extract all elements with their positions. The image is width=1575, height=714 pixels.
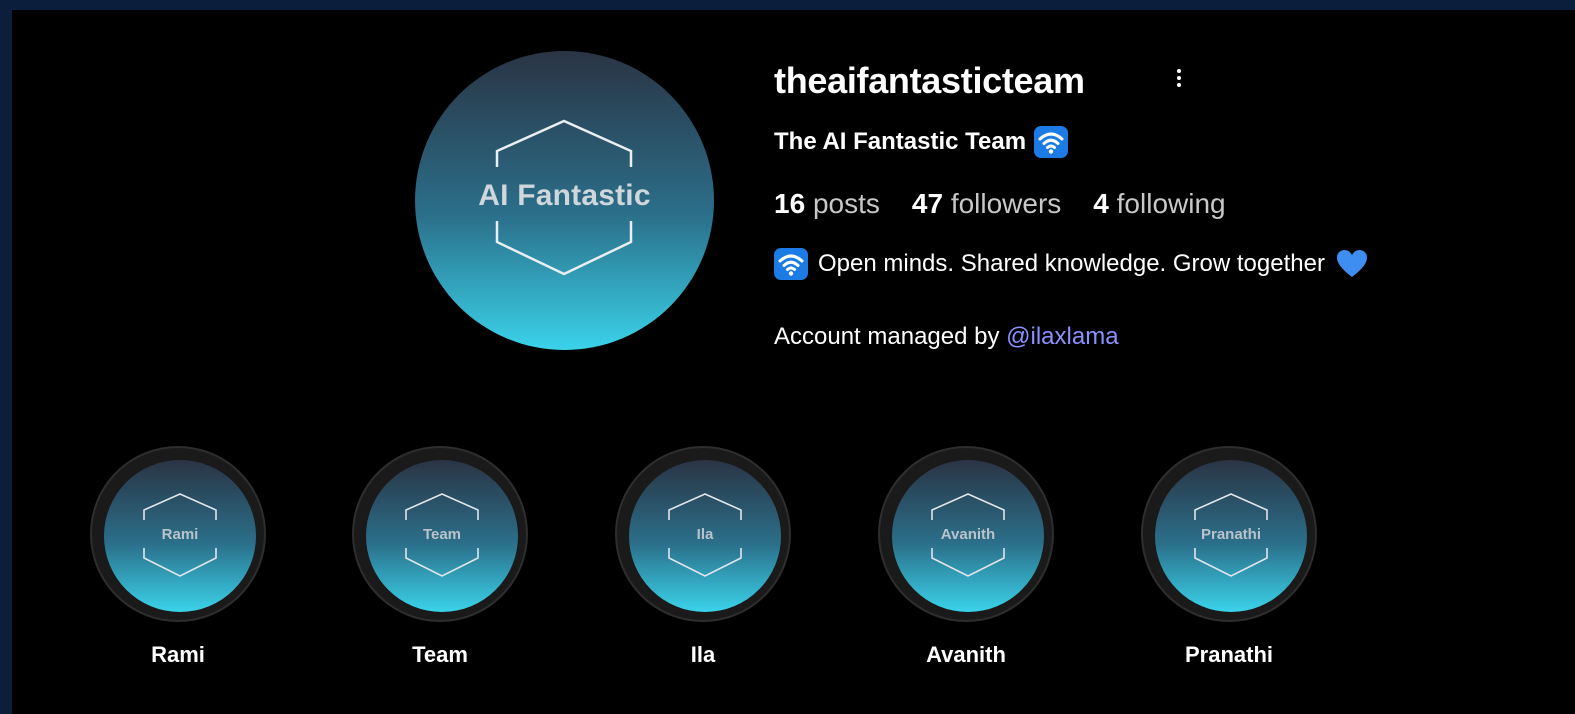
bio-row: Open minds. Shared knowledge. Grow toget…: [774, 248, 1369, 280]
highlight-ring: Avanith: [878, 446, 1054, 622]
profile-avatar[interactable]: AI Fantastic: [415, 51, 714, 350]
followers-label: followers: [950, 188, 1062, 219]
wifi-emoji-icon: [1034, 126, 1069, 158]
full-name: The AI Fantastic Team: [774, 128, 1027, 155]
posts-label: posts: [812, 188, 880, 219]
followers-stat[interactable]: 47 followers: [912, 188, 1061, 220]
managed-by-prefix: Account managed by: [774, 323, 1000, 350]
more-vertical-icon[interactable]: [1170, 66, 1188, 96]
highlight-ring: Ila: [615, 446, 791, 622]
managed-by-row: Account managed by @ilaxlama: [774, 323, 1119, 351]
followers-count: 47: [911, 188, 944, 219]
highlight-label: Ila: [690, 642, 716, 667]
highlight-ring: Rami: [90, 446, 266, 622]
profile-stats: 16 posts 47 followers 4 following: [774, 188, 1226, 220]
wifi-emoji-icon: [774, 248, 808, 280]
avatar-logo-text: AI Fantastic: [478, 179, 651, 212]
highlight-label: Rami: [151, 642, 205, 667]
highlight-cover-text: Ila: [696, 526, 714, 543]
highlight-cover: Pranathi: [1155, 460, 1307, 612]
bio-text: Open minds. Shared knowledge. Grow toget…: [818, 250, 1325, 277]
highlight-pranathi[interactable]: Pranathi Pranathi: [1141, 446, 1321, 676]
highlight-cover-text: Team: [422, 526, 462, 543]
highlight-label: Pranathi: [1184, 642, 1274, 667]
highlight-cover: Rami: [104, 460, 256, 612]
highlight-ila[interactable]: Ila Ila: [615, 446, 795, 676]
highlight-cover-text: Pranathi: [1200, 526, 1261, 543]
highlight-cover-text: Rami: [161, 526, 199, 543]
highlight-cover-text: Avanith: [940, 526, 996, 543]
highlight-ring: Pranathi: [1141, 446, 1317, 622]
following-count: 4: [1093, 188, 1109, 219]
highlight-cover: Avanith: [892, 460, 1044, 612]
manager-handle-link[interactable]: @ilaxlama: [1006, 323, 1118, 350]
highlight-team[interactable]: Team Team: [352, 446, 532, 676]
following-stat[interactable]: 4 following: [1093, 188, 1225, 220]
following-label: following: [1116, 188, 1226, 219]
posts-count: 16: [774, 188, 806, 219]
highlight-avanith[interactable]: Avanith Avanith: [878, 446, 1058, 676]
highlight-rami[interactable]: Rami Rami: [90, 446, 270, 676]
highlight-cover: Team: [366, 460, 518, 612]
highlight-cover: Ila: [629, 460, 781, 612]
full-name-row: The AI Fantastic Team: [774, 126, 1069, 158]
profile-page: AI Fantastic theaifantasticteam The AI F…: [12, 10, 1575, 714]
highlight-label: Avanith: [926, 642, 1006, 667]
highlight-ring: Team: [352, 446, 528, 622]
blue-heart-icon: [1335, 248, 1369, 280]
highlight-label: Team: [412, 642, 468, 667]
username-row: theaifantasticteam: [774, 60, 1181, 102]
username: theaifantasticteam: [774, 60, 1085, 101]
posts-stat[interactable]: 16 posts: [774, 188, 880, 220]
